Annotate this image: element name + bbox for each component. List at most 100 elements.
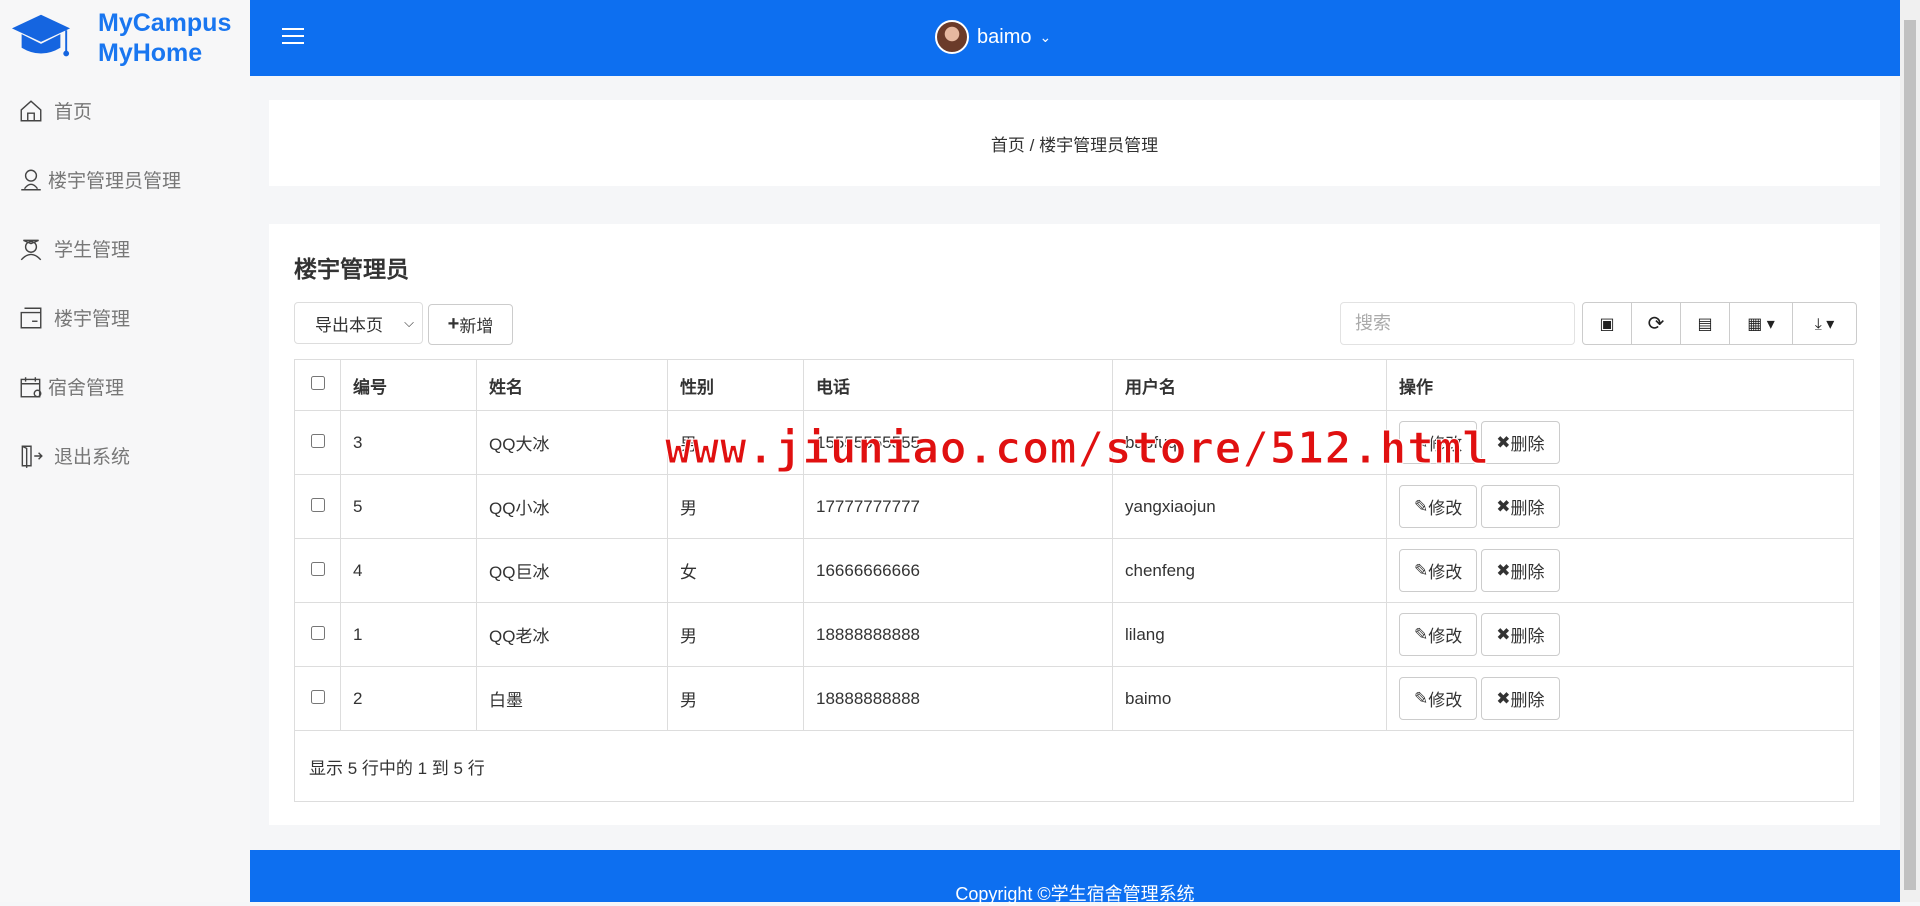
row-checkbox[interactable] xyxy=(310,689,325,704)
close-icon: ✖ xyxy=(1496,560,1511,580)
column-header-name[interactable]: 姓名 xyxy=(476,359,668,411)
pencil-icon: ✎ xyxy=(1414,624,1429,644)
sidebar-item-building-admins[interactable]: 楼宇管理员管理 xyxy=(0,145,250,214)
logo[interactable]: MyCampus MyHome xyxy=(0,0,250,76)
sidebar-item-students[interactable]: 学生管理 xyxy=(0,214,250,283)
table-row: 4 QQ巨冰女 16666666666 chenfeng ✎ 修改 ✖ 删除 xyxy=(294,538,1854,603)
edit-button[interactable]: ✎ 修改 xyxy=(1399,421,1478,464)
toggle-pagination-button[interactable]: ▣ xyxy=(1583,303,1632,344)
cell-username: chenfeng xyxy=(1112,538,1387,603)
column-header-phone[interactable]: 电话 xyxy=(803,359,1113,411)
sidebar-item-home[interactable]: 首页 xyxy=(0,76,250,145)
delete-label: 删除 xyxy=(1510,691,1545,710)
add-button[interactable]: + 新增 xyxy=(428,304,513,345)
footer: Copyright ©学生宿舍管理系统 xyxy=(250,850,1900,904)
sidebar-item-logout[interactable]: 退出系统 xyxy=(0,421,250,490)
sidebar-item-label: 宿舍管理 xyxy=(48,378,125,399)
row-select-cell xyxy=(294,666,341,731)
user-menu[interactable]: baimo ⌄ xyxy=(935,20,1051,54)
refresh-icon: ⟳ xyxy=(1647,313,1665,335)
sidebar-item-label: 退出系统 xyxy=(54,447,131,468)
column-header-gender[interactable]: 性别 xyxy=(667,359,804,411)
row-checkbox[interactable] xyxy=(310,561,325,576)
cell-actions: ✎ 修改 ✖ 删除 xyxy=(1386,666,1854,731)
pencil-icon: ✎ xyxy=(1414,496,1429,516)
refresh-button[interactable]: ⟳ xyxy=(1632,303,1681,344)
column-header-id[interactable]: 编号 xyxy=(340,359,477,411)
add-button-label: 新增 xyxy=(459,317,494,336)
cell-gender: 男 xyxy=(667,474,804,539)
scrollbar[interactable] xyxy=(1900,0,1920,902)
row-checkbox[interactable] xyxy=(310,497,325,512)
table-row: 1 QQ老冰男 18888888888 lilang ✎ 修改 ✖ 删除 xyxy=(294,602,1854,667)
row-select-cell xyxy=(294,602,341,667)
cell-name: 白墨 xyxy=(476,666,668,731)
sidebar: MyCampus MyHome 首页 楼宇管理员管理 学生管理 楼宇管理 宿舍管理… xyxy=(0,0,250,902)
menu-toggle-icon[interactable] xyxy=(282,28,304,44)
edit-button[interactable]: ✎ 修改 xyxy=(1399,677,1478,720)
cell-id: 4 xyxy=(340,538,477,603)
sidebar-item-dorms[interactable]: 宿舍管理 xyxy=(0,352,250,421)
table-row: 2 白墨男 18888888888 baimo ✎ 修改 ✖ 删除 xyxy=(294,666,1854,731)
cell-gender: 男 xyxy=(667,666,804,731)
delete-label: 删除 xyxy=(1510,627,1545,646)
pencil-icon: ✎ xyxy=(1414,688,1429,708)
folder-icon xyxy=(20,307,42,328)
cell-name: QQ老冰 xyxy=(476,602,668,667)
top-header: baimo ⌄ xyxy=(250,0,1900,76)
cell-phone: 17777777777 xyxy=(803,474,1113,539)
cell-actions: ✎ 修改 ✖ 删除 xyxy=(1386,538,1854,603)
copyright-text: Copyright ©学生宿舍管理系统 xyxy=(955,884,1195,904)
sidebar-item-buildings[interactable]: 楼宇管理 xyxy=(0,283,250,352)
toggle-view-button[interactable]: ▤ xyxy=(1681,303,1730,344)
student-icon xyxy=(20,239,42,260)
username: baimo xyxy=(977,25,1032,48)
export-select-value: 导出本页 xyxy=(315,315,383,335)
cell-gender: 女 xyxy=(667,538,804,603)
delete-label: 删除 xyxy=(1510,499,1545,518)
select-all-checkbox[interactable] xyxy=(310,376,325,390)
cell-name: QQ大冰 xyxy=(476,410,668,475)
table-row: 5 QQ小冰男 17777777777 yangxiaojun ✎ 修改 ✖ 删除 xyxy=(294,474,1854,539)
cell-phone: 18888888888 xyxy=(803,602,1113,667)
delete-button[interactable]: ✖ 删除 xyxy=(1481,613,1560,656)
pagination-summary: 显示 5 行中的 1 到 5 行 xyxy=(294,731,1854,802)
scrollbar-thumb[interactable] xyxy=(1904,20,1916,890)
graduation-cap-icon xyxy=(11,14,71,57)
columns-button[interactable]: ▦ ▾ xyxy=(1730,303,1793,344)
delete-label: 删除 xyxy=(1510,563,1545,582)
delete-label: 删除 xyxy=(1510,435,1545,454)
admin-icon xyxy=(21,169,41,190)
cell-username: yangxiaojun xyxy=(1112,474,1387,539)
sidebar-item-label: 楼宇管理员管理 xyxy=(48,171,182,192)
edit-button[interactable]: ✎ 修改 xyxy=(1399,613,1478,656)
export-button[interactable]: ⤓ ▾ xyxy=(1793,303,1856,344)
column-header-actions: 操作 xyxy=(1386,359,1854,411)
cell-id: 3 xyxy=(340,410,477,475)
home-icon xyxy=(20,99,42,121)
chevron-down-icon: ⌵ xyxy=(404,315,414,330)
edit-button[interactable]: ✎ 修改 xyxy=(1399,485,1478,528)
export-select[interactable]: 导出本页 ⌵ xyxy=(294,302,423,344)
edit-button[interactable]: ✎ 修改 xyxy=(1399,549,1478,592)
cell-id: 2 xyxy=(340,666,477,731)
download-icon: ⤓ ▾ xyxy=(1814,315,1835,333)
cell-username: baimo xyxy=(1112,666,1387,731)
row-checkbox[interactable] xyxy=(310,433,325,448)
cell-phone: 18888888888 xyxy=(803,666,1113,731)
admin-panel: 楼宇管理员 导出本页 ⌵ +新增 ▣ ⟳ ▤ ▦ ▾ ⤓ ▾ 编号 姓名 性别 电… xyxy=(269,224,1880,825)
search-input[interactable] xyxy=(1340,302,1575,345)
row-checkbox[interactable] xyxy=(310,625,325,640)
delete-button[interactable]: ✖ 删除 xyxy=(1481,677,1560,720)
column-header-username[interactable]: 用户名 xyxy=(1112,359,1387,411)
edit-label: 修改 xyxy=(1428,563,1463,582)
cell-actions: ✎ 修改 ✖ 删除 xyxy=(1386,474,1854,539)
plus-icon: + xyxy=(447,313,460,335)
cell-username: lilang xyxy=(1112,602,1387,667)
delete-button[interactable]: ✖ 删除 xyxy=(1481,549,1560,592)
delete-button[interactable]: ✖ 删除 xyxy=(1481,421,1560,464)
brand-line1: MyCampus xyxy=(98,9,232,37)
brand-line2: MyHome xyxy=(98,39,203,67)
delete-button[interactable]: ✖ 删除 xyxy=(1481,485,1560,528)
cell-phone: 15555555555 xyxy=(803,410,1113,475)
